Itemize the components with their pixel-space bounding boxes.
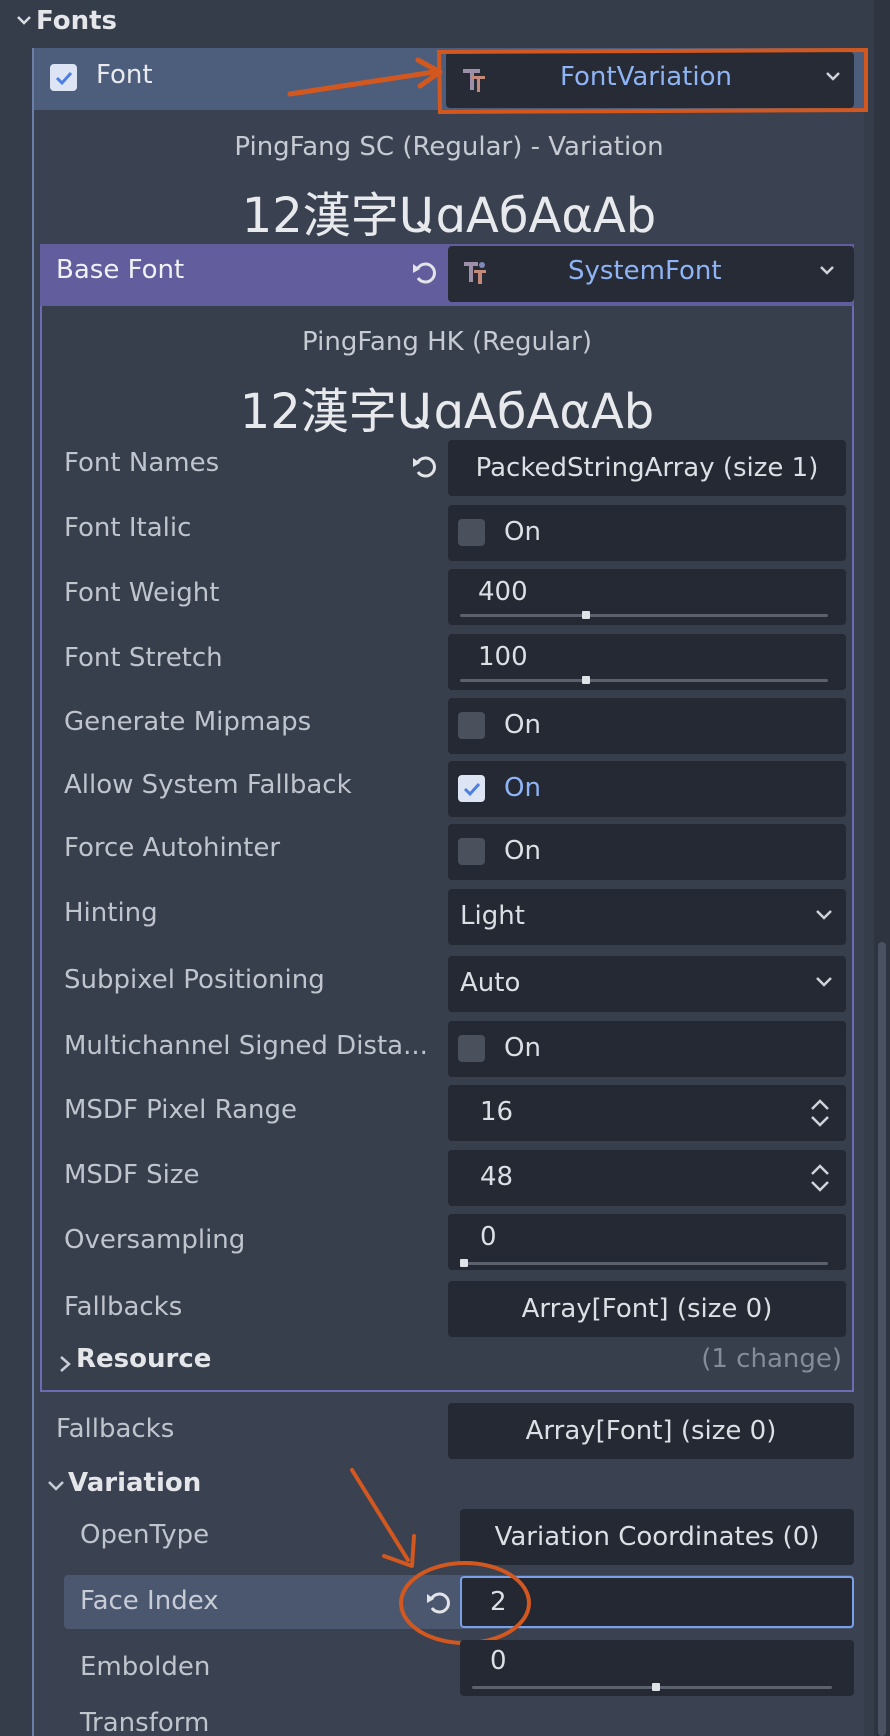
fallbacks-label: Fallbacks — [56, 1414, 175, 1444]
font-stretch-label: Font Stretch — [64, 643, 223, 673]
scrollbar-thumb[interactable] — [878, 942, 886, 1736]
base-font-label: Base Font — [56, 255, 185, 285]
msdf-checkbox[interactable] — [458, 1035, 485, 1062]
font-italic-checkbox[interactable] — [458, 519, 485, 546]
base-font-preview-sample: 12漢字ԱɑАбΑαАb — [239, 384, 655, 440]
spinner-arrows-icon[interactable] — [808, 1095, 832, 1138]
inner-fallbacks-button[interactable]: Array[Font] (size 0) — [448, 1281, 846, 1337]
msdf-pixel-range-label: MSDF Pixel Range — [64, 1095, 297, 1125]
annotation-circle-arrow — [350, 1468, 531, 1645]
font-names-label: Font Names — [64, 448, 220, 478]
subpixel-positioning-value: Auto — [460, 968, 521, 998]
msdf-size-value: 48 — [480, 1162, 514, 1192]
reset-icon[interactable] — [410, 452, 440, 489]
hinting-dropdown[interactable]: Light — [448, 889, 846, 945]
opentype-label: OpenType — [80, 1520, 210, 1550]
embolden-value: 0 — [490, 1646, 507, 1676]
embolden-slider-field[interactable]: 0 — [460, 1640, 854, 1696]
spinner-arrows-icon[interactable] — [808, 1160, 832, 1203]
annotation-arrow — [287, 48, 868, 115]
subpixel-positioning-dropdown[interactable]: Auto — [448, 956, 846, 1012]
base-font-value-label: SystemFont — [568, 256, 722, 286]
font-weight-slider-field[interactable]: 400 — [448, 569, 846, 625]
embolden-label: Embolden — [80, 1652, 211, 1682]
msdf-label: Multichannel Signed Dista... — [64, 1031, 428, 1061]
hinting-label: Hinting — [64, 898, 158, 928]
subpixel-positioning-label: Subpixel Positioning — [64, 965, 325, 995]
font-italic-field[interactable]: On — [448, 505, 846, 561]
font-names-value: PackedStringArray (size 1) — [475, 453, 819, 483]
font-enable-checkbox[interactable] — [50, 64, 77, 91]
font-stretch-slider-field[interactable]: 100 — [448, 634, 846, 690]
font-weight-slider-track[interactable] — [460, 614, 828, 617]
system-font-icon — [460, 258, 490, 295]
oversampling-value: 0 — [480, 1222, 497, 1252]
generate-mipmaps-value: On — [504, 710, 541, 740]
allow-system-fallback-checkbox[interactable] — [458, 775, 485, 802]
font-stretch-slider-track[interactable] — [460, 679, 828, 682]
generate-mipmaps-label: Generate Mipmaps — [64, 707, 312, 737]
font-preview-name: PingFang SC (Regular) - Variation — [234, 132, 664, 162]
allow-system-fallback-field[interactable]: On — [448, 761, 846, 817]
oversampling-slider-grabber[interactable] — [460, 1259, 468, 1267]
oversampling-label: Oversampling — [64, 1225, 246, 1255]
msdf-pixel-range-value: 16 — [480, 1097, 514, 1127]
reset-icon[interactable] — [410, 258, 440, 295]
font-stretch-value: 100 — [478, 642, 528, 672]
msdf-field[interactable]: On — [448, 1021, 846, 1077]
force-autohinter-value: On — [504, 836, 541, 866]
force-autohinter-label: Force Autohinter — [64, 833, 281, 863]
inner-fallbacks-label: Fallbacks — [64, 1292, 183, 1322]
section-title: Fonts — [36, 6, 117, 36]
embolden-slider-grabber[interactable] — [652, 1683, 660, 1691]
allow-system-fallback-label: Allow System Fallback — [64, 770, 352, 800]
chevron-down-icon — [46, 1476, 66, 1500]
chevron-down-icon — [818, 260, 836, 285]
fallbacks-value: Array[Font] (size 0) — [525, 1416, 777, 1446]
generate-mipmaps-field[interactable]: On — [448, 698, 846, 754]
oversampling-slider-track[interactable] — [460, 1262, 828, 1265]
fallbacks-button[interactable]: Array[Font] (size 0) — [448, 1403, 854, 1459]
base-font-value-dropdown[interactable]: SystemFont — [448, 246, 854, 302]
font-italic-label: Font Italic — [64, 513, 192, 543]
resource-change-count: (1 change) — [701, 1344, 842, 1374]
hinting-value: Light — [460, 901, 525, 931]
font-preview-sample: 12漢字ԱɑАбΑαАb — [241, 188, 657, 244]
base-font-preview-name: PingFang HK (Regular) — [302, 327, 592, 357]
msdf-value: On — [504, 1033, 541, 1063]
force-autohinter-field[interactable]: On — [448, 824, 846, 880]
font-label: Font — [96, 60, 153, 90]
font-weight-slider-grabber[interactable] — [582, 611, 590, 619]
font-weight-value: 400 — [478, 577, 528, 607]
font-names-button[interactable]: PackedStringArray (size 1) — [448, 440, 846, 496]
font-italic-value: On — [504, 517, 541, 547]
font-weight-label: Font Weight — [64, 578, 220, 608]
variation-label: Variation — [68, 1468, 202, 1498]
resource-section-header[interactable]: Resource (1 change) — [42, 1342, 852, 1386]
msdf-size-spinbox[interactable]: 48 — [448, 1150, 846, 1206]
allow-system-fallback-value: On — [504, 773, 541, 803]
font-stretch-slider-grabber[interactable] — [582, 676, 590, 684]
msdf-size-label: MSDF Size — [64, 1160, 200, 1190]
chevron-right-icon — [58, 1354, 72, 1378]
chevron-down-icon — [814, 905, 834, 931]
oversampling-slider-field[interactable]: 0 — [448, 1214, 846, 1270]
resource-label: Resource — [76, 1344, 212, 1374]
inner-fallbacks-value: Array[Font] (size 0) — [521, 1294, 773, 1324]
generate-mipmaps-checkbox[interactable] — [458, 712, 485, 739]
fonts-section-header[interactable]: Fonts — [0, 0, 890, 46]
msdf-pixel-range-spinbox[interactable]: 16 — [448, 1085, 846, 1141]
chevron-down-icon — [14, 10, 34, 36]
force-autohinter-checkbox[interactable] — [458, 838, 485, 865]
face-index-label: Face Index — [80, 1586, 219, 1616]
chevron-down-icon — [814, 972, 834, 998]
transform-label: Transform — [80, 1708, 210, 1736]
